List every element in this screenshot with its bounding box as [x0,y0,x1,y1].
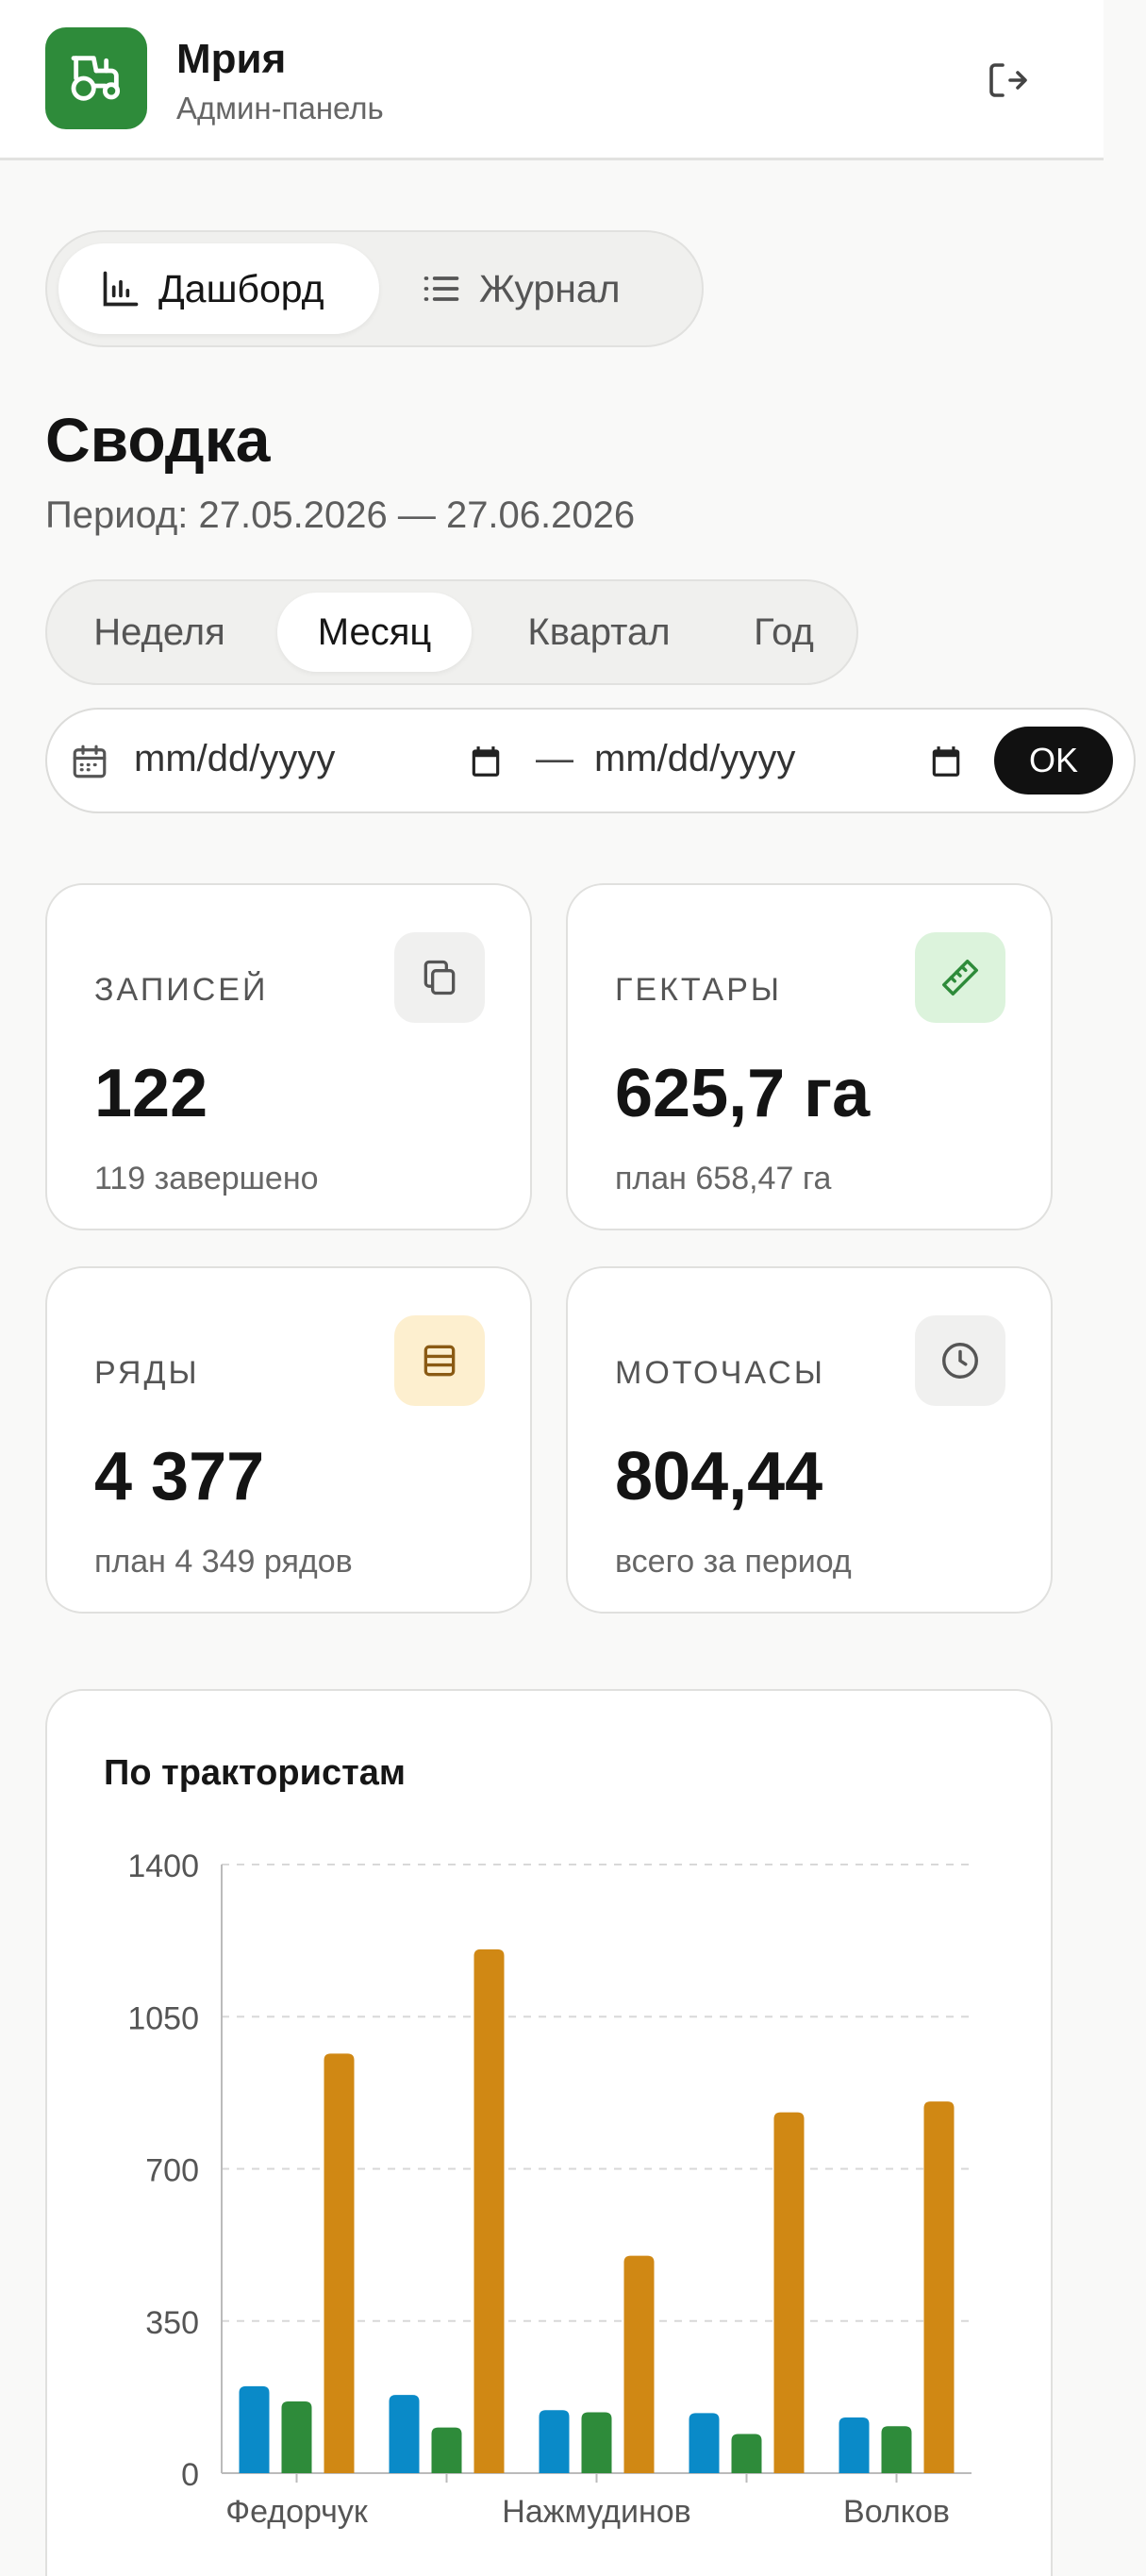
y-tick-label: 700 [145,2153,199,2189]
y-tick-label: 350 [145,2305,199,2341]
y-tick-label: 1400 [127,1848,199,1884]
bar [839,2417,870,2473]
bar [923,2101,955,2473]
bar [473,1949,505,2473]
bar [281,2400,312,2473]
x-tick-label: Волков [843,2494,950,2530]
bar [431,2427,462,2473]
bar [881,2426,912,2473]
bar [239,2385,270,2473]
x-tick-label: Федорчук [225,2494,369,2530]
x-tick-label: Нажмудинов [502,2494,690,2530]
bar [324,2053,355,2473]
bar-chart: 0 350 700 1050 1400 Федорчук Нажмудинов Волков [127,1848,972,2530]
bar [539,2410,570,2473]
bar [731,2434,762,2473]
bar [623,2255,655,2473]
bar [581,2412,612,2473]
bar [389,2395,420,2473]
y-tick-label: 1050 [127,2000,199,2036]
y-tick-label: 0 [181,2457,199,2493]
bar [773,2112,805,2473]
bar [689,2413,720,2473]
